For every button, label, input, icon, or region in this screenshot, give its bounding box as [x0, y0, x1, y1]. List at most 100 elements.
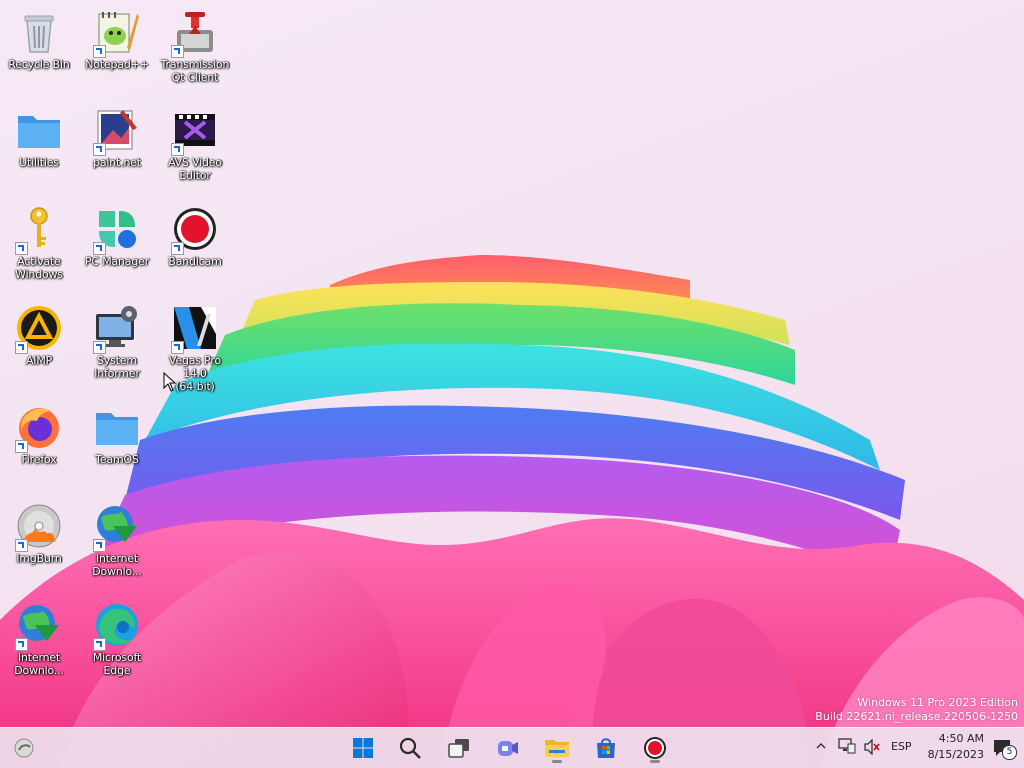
desktop-icon-label: Firefox: [21, 453, 57, 466]
desktop-icon-pc-manager[interactable]: PC Manager: [78, 199, 156, 291]
shortcut-arrow-icon: [15, 242, 28, 255]
desktop-icon-internet-download-manager[interactable]: Internet Downlo...: [0, 595, 78, 687]
watermark-build: Build 22621.ni_release.220506-1250: [815, 710, 1018, 723]
running-indicator: [650, 760, 660, 763]
pc-manager-icon: [93, 205, 141, 255]
clock-time: 4:50 AM: [938, 732, 984, 745]
network-button[interactable]: [838, 738, 856, 757]
desktop-icon-utilities-folder[interactable]: Utilities: [0, 100, 78, 192]
desktop-icon-transmission[interactable]: Transmission Qt Client: [156, 2, 234, 94]
shortcut-arrow-icon: [15, 440, 28, 453]
shortcut-arrow-icon: [171, 143, 184, 156]
shortcut-arrow-icon: [93, 539, 106, 552]
desktop-icon-label: Utilities: [19, 156, 59, 169]
paintnet-icon: [93, 106, 141, 156]
teams-icon: [498, 741, 518, 756]
task-view-icon: [448, 739, 469, 758]
clock-date: 8/15/2023: [927, 748, 984, 761]
desktop-icon-aimp[interactable]: AIMP: [0, 298, 78, 390]
desktop-icon-system-informer[interactable]: System Informer: [78, 298, 156, 390]
desktop-icon-paintnet[interactable]: paint.net: [78, 100, 156, 192]
shortcut-arrow-icon: [171, 341, 184, 354]
shortcut-arrow-icon: [93, 341, 106, 354]
avs-video-editor-icon: [171, 106, 219, 156]
desktop-icon-label: paint.net: [93, 156, 141, 169]
notification-center-button[interactable]: 5: [992, 737, 1017, 762]
show-hidden-icons-button[interactable]: [815, 740, 827, 755]
start-button[interactable]: [345, 732, 381, 764]
desktop-icon-label: Activate Windows: [15, 255, 63, 281]
shortcut-arrow-icon: [93, 45, 106, 58]
desktop-icon-label: Internet Downlo...: [92, 552, 142, 578]
shortcut-arrow-icon: [93, 638, 106, 651]
widgets-icon: [14, 738, 34, 758]
recycle-bin-icon: [15, 8, 63, 56]
file-explorer-icon: [545, 740, 569, 757]
internet-download-manager-icon: [15, 601, 63, 651]
desktop-icon-label: AIMP: [25, 354, 53, 367]
windows-logo-icon: [353, 738, 373, 758]
shortcut-arrow-icon: [15, 341, 28, 354]
desktop-icon-label: Notepad++: [85, 58, 149, 71]
desktop-icon-imgburn[interactable]: ImgBurn: [0, 496, 78, 588]
desktop-icon-microsoft-edge[interactable]: Microsoft Edge: [78, 595, 156, 687]
desktop-icon-bandicam[interactable]: Bandicam: [156, 199, 234, 291]
taskbar: ESP 4:50 AM 8/15/2023 5: [0, 727, 1024, 768]
notepad-plus-plus-icon: [93, 8, 141, 58]
desktop-icon-activate-windows[interactable]: Activate Windows: [0, 199, 78, 291]
system-informer-icon: [93, 304, 141, 354]
desktop-icon-label: Transmission Qt Client: [160, 58, 230, 84]
shortcut-arrow-icon: [171, 45, 184, 58]
desktop-icon-firefox[interactable]: Firefox: [0, 397, 78, 489]
teams-chat-button[interactable]: [490, 732, 526, 764]
bandicam-icon: [644, 737, 666, 759]
running-indicator: [552, 760, 562, 763]
clock[interactable]: 4:50 AM 8/15/2023: [928, 731, 984, 763]
firefox-icon: [15, 403, 63, 453]
desktop-icon-label: TeamOS: [95, 453, 139, 466]
key-icon: [15, 205, 63, 255]
edge-icon: [93, 601, 141, 651]
desktop-icon-teamos-folder[interactable]: TeamOS: [78, 397, 156, 489]
task-view-button[interactable]: [441, 732, 477, 764]
bandicam-icon: [171, 205, 219, 255]
store-icon: [597, 738, 615, 758]
watermark-edition: Windows 11 Pro 2023 Edition: [857, 696, 1018, 709]
shortcut-arrow-icon: [93, 143, 106, 156]
shortcut-arrow-icon: [93, 242, 106, 255]
imgburn-icon: [15, 502, 63, 552]
desktop-icon-label: Microsoft Edge: [92, 651, 142, 677]
folder-icon: [93, 403, 141, 451]
internet-download-manager-icon: [93, 502, 141, 552]
input-language-indicator[interactable]: ESP: [891, 740, 912, 753]
desktop[interactable]: Recycle Bin Notepad++ Transmission Qt Cl…: [0, 0, 1024, 768]
desktop-icon-label: AVS Video Editor: [168, 156, 222, 182]
shortcut-arrow-icon: [171, 242, 184, 255]
desktop-icon-internet-download-manager[interactable]: Internet Downlo...: [78, 496, 156, 588]
volume-button[interactable]: [864, 738, 880, 758]
microsoft-store-button[interactable]: [588, 732, 624, 764]
mouse-cursor-icon: [163, 372, 177, 392]
shortcut-arrow-icon: [15, 638, 28, 651]
search-icon: [399, 737, 421, 759]
notification-count-badge: 5: [1002, 745, 1017, 760]
search-button[interactable]: [392, 732, 428, 764]
chevron-up-icon: [816, 743, 826, 749]
bandicam-taskbar-button[interactable]: [637, 732, 673, 764]
vegas-pro-icon: [171, 304, 219, 354]
folder-icon: [15, 106, 63, 154]
desktop-icon-label: Recycle Bin: [8, 58, 70, 71]
file-explorer-button[interactable]: [539, 732, 575, 764]
desktop-icon-label: PC Manager: [84, 255, 150, 268]
network-icon: [838, 738, 856, 754]
desktop-icon-avs-video-editor[interactable]: AVS Video Editor: [156, 100, 234, 192]
desktop-icon-notepad-plus-plus[interactable]: Notepad++: [78, 2, 156, 94]
desktop-icon-label: Bandicam: [168, 255, 222, 268]
transmission-icon: [171, 8, 219, 58]
os-build-watermark: Windows 11 Pro 2023 Edition Build 22621.…: [815, 696, 1018, 724]
widgets-button[interactable]: [6, 732, 42, 764]
shortcut-arrow-icon: [15, 539, 28, 552]
desktop-icon-recycle-bin[interactable]: Recycle Bin: [0, 2, 78, 94]
desktop-icon-label: ImgBurn: [16, 552, 62, 565]
desktop-icon-label: System Informer: [94, 354, 140, 380]
